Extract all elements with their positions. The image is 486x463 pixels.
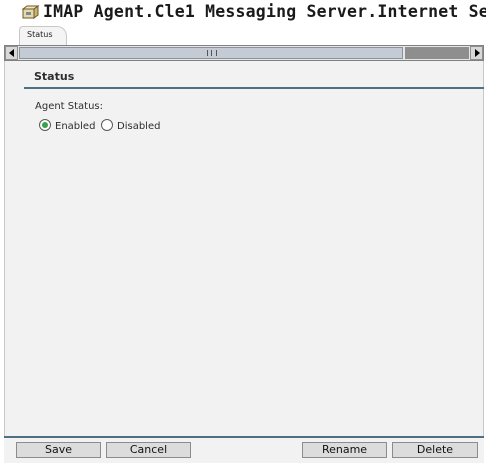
button-bar: Save Cancel Rename Delete: [4, 438, 484, 463]
disabled-radio[interactable]: [101, 119, 113, 131]
content-panel: Status Agent Status: Enabled Disabled: [4, 61, 486, 436]
enabled-radio-label[interactable]: Enabled: [55, 121, 95, 132]
scroll-track[interactable]: [405, 47, 469, 59]
scroll-right-button[interactable]: [470, 46, 483, 60]
save-button[interactable]: Save: [16, 442, 101, 458]
app-window: IMAP Agent.Cle1 Messaging Server.Interne…: [0, 0, 486, 463]
disabled-radio-label[interactable]: Disabled: [117, 121, 160, 132]
scroll-thumb[interactable]: [19, 47, 403, 59]
agent-object-icon: [21, 5, 40, 21]
section-title: Status: [34, 70, 75, 83]
cancel-button[interactable]: Cancel: [106, 442, 191, 458]
section-divider: [24, 87, 486, 89]
tab-strip: Status: [0, 26, 486, 45]
title-bar: IMAP Agent.Cle1 Messaging Server.Interne…: [0, 0, 486, 26]
horizontal-scrollbar[interactable]: [4, 45, 484, 61]
enabled-radio[interactable]: [39, 119, 51, 131]
agent-status-label: Agent Status:: [35, 101, 104, 112]
tab-status[interactable]: Status: [19, 26, 67, 45]
arrow-right-icon: [475, 49, 480, 57]
tab-status-label: Status: [27, 30, 53, 39]
delete-button[interactable]: Delete: [392, 442, 478, 458]
window-title: IMAP Agent.Cle1 Messaging Server.Interne…: [43, 2, 486, 21]
grip-icon: [207, 50, 217, 56]
scroll-left-button[interactable]: [5, 46, 18, 60]
rename-button[interactable]: Rename: [302, 442, 387, 458]
arrow-left-icon: [9, 49, 14, 57]
